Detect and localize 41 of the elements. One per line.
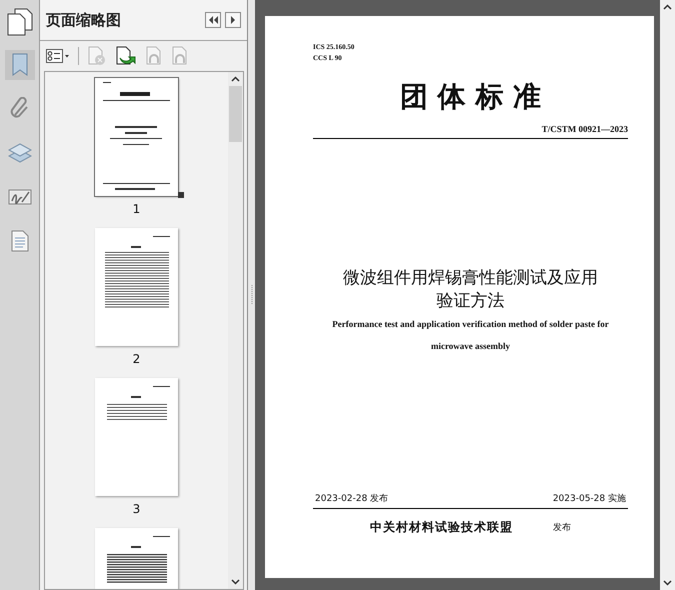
right-arrow-icon [230, 16, 236, 24]
page-thumbnail[interactable] [95, 228, 178, 346]
rotate-page-icon [171, 46, 189, 66]
scroll-up-icon[interactable] [663, 4, 672, 10]
collapse-button[interactable] [205, 12, 221, 28]
document-title: 验证方法 [436, 290, 506, 314]
publish-label: 发布 [553, 522, 571, 534]
delete-page-icon [87, 46, 107, 66]
document-icon [10, 230, 28, 252]
pages-icon[interactable] [7, 8, 33, 36]
double-left-icon [208, 16, 218, 24]
insert-page-icon [115, 46, 137, 66]
scroll-down-icon[interactable] [663, 580, 672, 586]
panel-title: 页面缩略图 [46, 10, 122, 30]
layers-icon [8, 142, 32, 164]
standard-heading: 团 体 标 准 [398, 79, 542, 115]
scrollbar[interactable] [660, 0, 675, 590]
expand-button[interactable] [225, 12, 241, 28]
page-number: 2 [132, 352, 140, 366]
publisher-name: 中关村材料试验技术联盟 [370, 519, 513, 536]
resize-handle[interactable] [178, 192, 184, 198]
scroll-up-icon[interactable] [231, 76, 240, 82]
page-thumbnail[interactable] [95, 378, 178, 496]
toolbar-button[interactable] [115, 46, 137, 66]
page-number: 1 [132, 202, 140, 216]
effective-date: 2023-05-28 实施 [552, 492, 626, 505]
rotate-page-icon [145, 46, 163, 66]
document-title: 微波组件用焊锡膏性能测试及应用 [342, 267, 599, 290]
scroll-down-icon[interactable] [231, 579, 240, 585]
pen-signature-icon [8, 187, 32, 207]
page-number: 3 [132, 502, 140, 516]
scrollbar[interactable] [228, 72, 243, 589]
toolbar-button[interactable] [46, 49, 70, 63]
english-title: microwave assembly [430, 340, 512, 354]
page-thumbnail[interactable] [95, 78, 178, 196]
scroll-thumb[interactable] [229, 86, 242, 142]
bookmark-icon [10, 53, 28, 77]
options-menu-icon [46, 49, 70, 63]
standard-number: T/CSTM 00921—2023 [313, 124, 628, 139]
english-title: Performance test and application verification method of solder paste for [331, 318, 610, 332]
issue-date: 2023-02-28 发布 [315, 492, 388, 505]
